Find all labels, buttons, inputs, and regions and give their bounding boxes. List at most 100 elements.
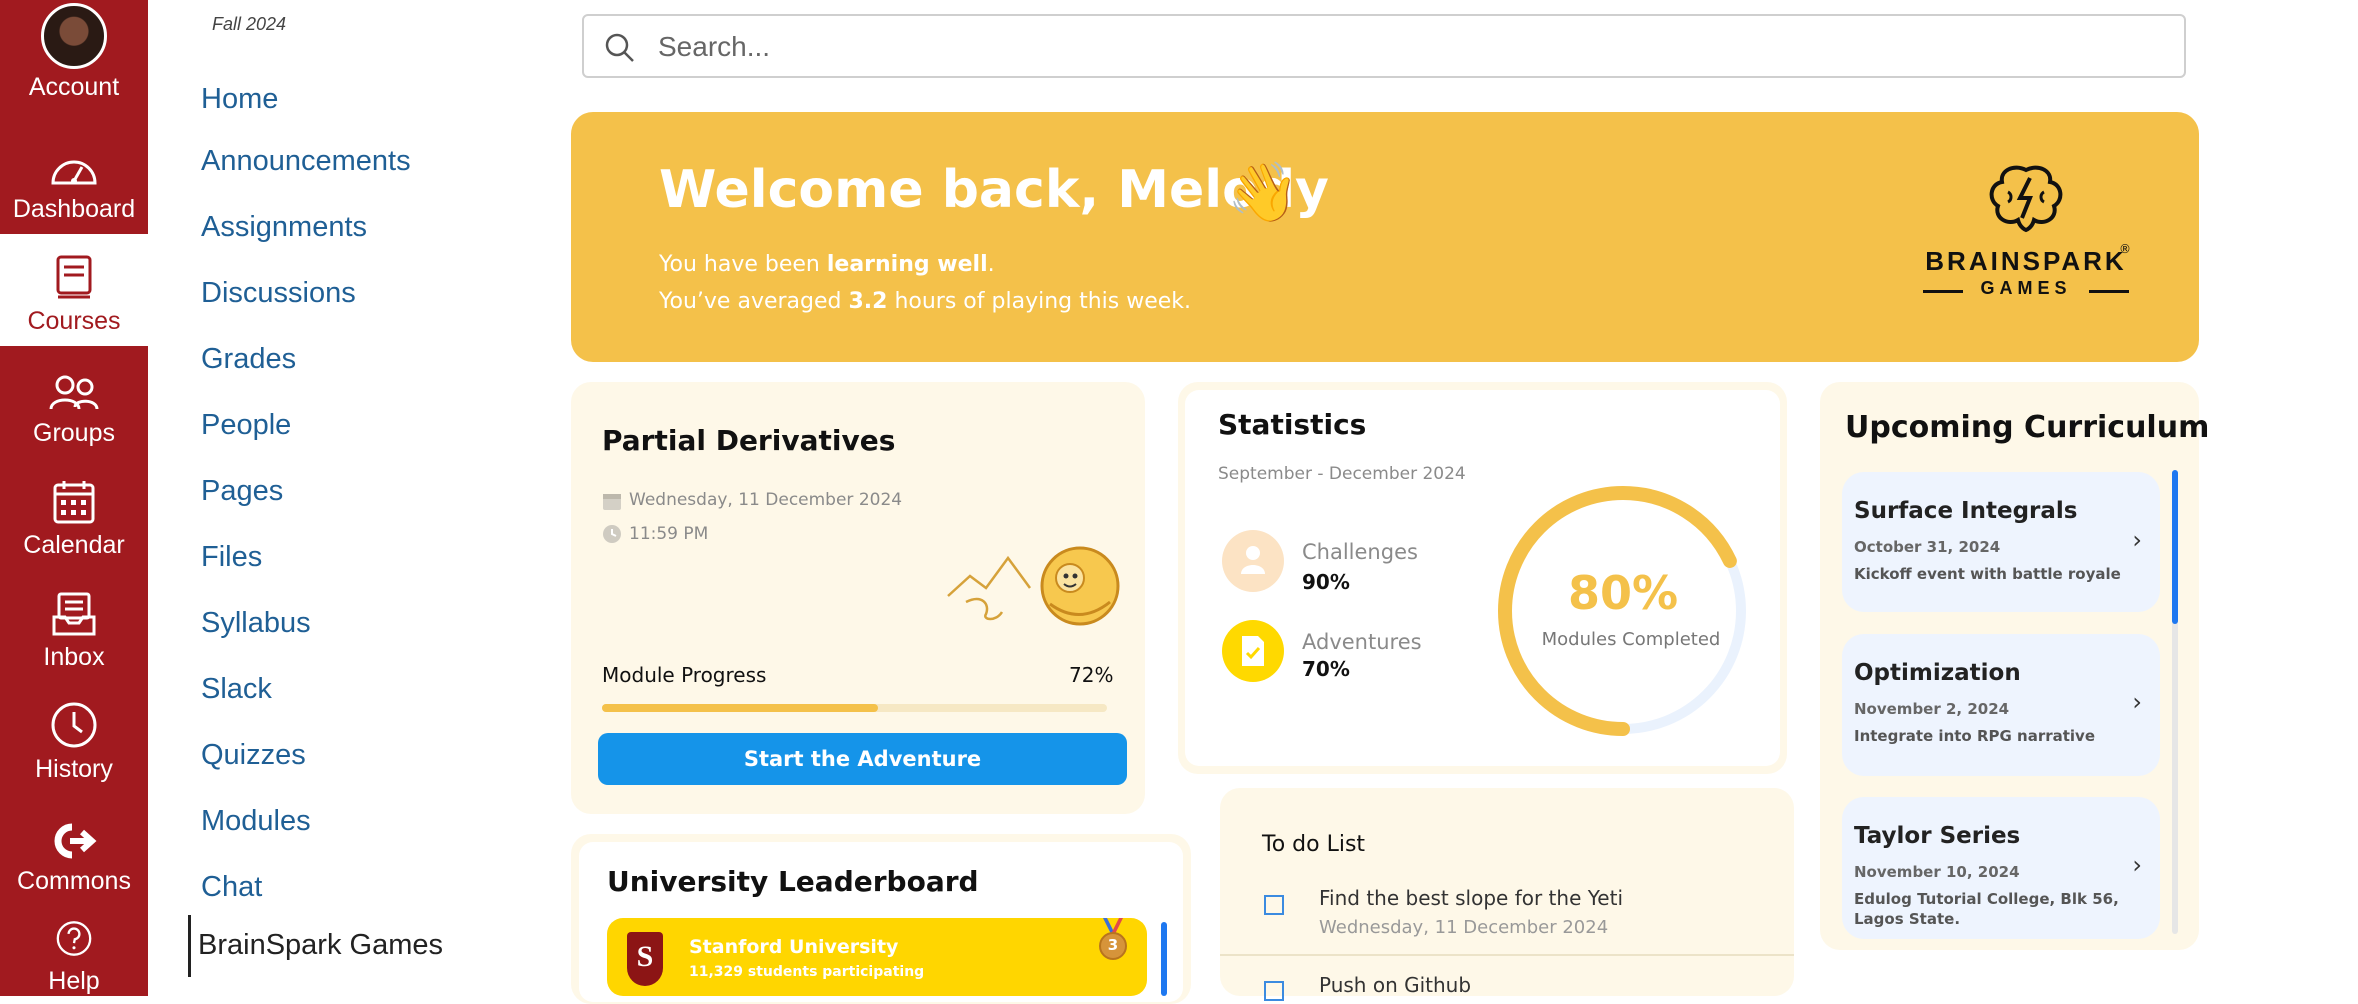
leaderboard-entry-sub: 11,329 students participating bbox=[689, 964, 925, 980]
course-nav-assignments[interactable]: Assignments bbox=[201, 211, 367, 244]
adventures-value: 70% bbox=[1302, 657, 1350, 681]
avatar bbox=[41, 3, 107, 69]
course-nav-people[interactable]: People bbox=[201, 409, 291, 442]
leaderboard-scrollbar-thumb[interactable] bbox=[1161, 922, 1167, 996]
global-nav: Account Dashboard Courses Groups Calenda… bbox=[0, 0, 148, 996]
module-progress-label: Module Progress bbox=[602, 663, 767, 687]
welcome-line-1-prefix: You have been bbox=[659, 252, 827, 277]
welcome-line-2-prefix: You’ve averaged bbox=[659, 289, 849, 314]
brand-subtitle: GAMES bbox=[1980, 278, 2072, 298]
global-nav-label: Courses bbox=[27, 307, 121, 335]
course-nav-discussions[interactable]: Discussions bbox=[201, 277, 356, 310]
module-progress-fill bbox=[602, 704, 878, 712]
curriculum-scrollbar-thumb[interactable] bbox=[2172, 470, 2178, 624]
brand-rule-right bbox=[2089, 290, 2129, 293]
statistics-range: September - December 2024 bbox=[1218, 464, 1466, 484]
global-nav-help[interactable]: Help bbox=[0, 906, 148, 996]
leaderboard-title: University Leaderboard bbox=[607, 865, 979, 898]
global-nav-label: Commons bbox=[17, 867, 131, 895]
course-nav-chat[interactable]: Chat bbox=[201, 871, 262, 904]
global-nav-commons[interactable]: Commons bbox=[0, 794, 148, 906]
global-nav-groups[interactable]: Groups bbox=[0, 346, 148, 458]
todo-checkbox[interactable] bbox=[1264, 981, 1284, 1001]
global-nav-label: Help bbox=[48, 967, 100, 995]
course-nav-pages[interactable]: Pages bbox=[201, 475, 283, 508]
brain-logo-icon bbox=[1989, 165, 2063, 233]
document-check-icon bbox=[1242, 636, 1264, 666]
curriculum-item-date: November 2, 2024 bbox=[1854, 700, 2010, 718]
commons-icon bbox=[54, 823, 97, 859]
curriculum-item-date: October 31, 2024 bbox=[1854, 538, 2001, 556]
brand-name: BRAINSPARK bbox=[1925, 246, 2127, 276]
course-nav-brainspark-games[interactable]: BrainSpark Games bbox=[198, 929, 443, 962]
course-nav-grades[interactable]: Grades bbox=[201, 343, 296, 376]
global-nav-courses[interactable]: Courses bbox=[0, 234, 148, 346]
assignment-date: Wednesday, 11 December 2024 bbox=[629, 490, 903, 510]
todo-divider bbox=[1220, 954, 1794, 956]
assignment-time: 11:59 PM bbox=[629, 524, 709, 544]
global-nav-label: History bbox=[35, 755, 113, 783]
course-nav-syllabus[interactable]: Syllabus bbox=[201, 607, 311, 640]
challenges-label: Challenges bbox=[1302, 540, 1418, 564]
welcome-line-1: You have been learning well. bbox=[659, 252, 995, 277]
global-nav-label: Groups bbox=[33, 419, 115, 447]
global-nav-dashboard[interactable]: Dashboard bbox=[0, 122, 148, 234]
chevron-right-icon: › bbox=[2132, 526, 2142, 554]
course-nav-files[interactable]: Files bbox=[201, 541, 262, 574]
courses-icon bbox=[56, 255, 92, 299]
brand-registered-mark: ® bbox=[2119, 242, 2131, 256]
todo-checkbox[interactable] bbox=[1264, 895, 1284, 915]
course-nav-quizzes[interactable]: Quizzes bbox=[201, 739, 306, 772]
chevron-right-icon: › bbox=[2132, 851, 2142, 879]
curriculum-item-desc: Kickoff event with battle royale bbox=[1854, 565, 2121, 583]
search-input[interactable] bbox=[656, 26, 2160, 68]
leaderboard-entry[interactable]: S Stanford University 11,329 students pa… bbox=[607, 918, 1147, 996]
welcome-banner: Welcome back, Melody 👋 You have been lea… bbox=[571, 112, 2199, 362]
module-progress-value: 72% bbox=[1069, 663, 1114, 687]
start-adventure-button[interactable]: Start the Adventure bbox=[598, 733, 1127, 785]
adventures-label: Adventures bbox=[1302, 630, 1422, 654]
curriculum-item-date: November 10, 2024 bbox=[1854, 863, 2020, 881]
challenges-avatar bbox=[1222, 530, 1284, 592]
history-icon bbox=[51, 702, 97, 748]
curriculum-item-desc: Integrate into RPG narrative bbox=[1854, 727, 2096, 745]
course-term: Fall 2024 bbox=[212, 14, 287, 34]
chevron-right-icon: › bbox=[2132, 688, 2142, 716]
global-nav-label: Calendar bbox=[23, 531, 125, 559]
course-nav-modules[interactable]: Modules bbox=[201, 805, 311, 838]
curriculum-item[interactable]: Surface Integrals October 31, 2024 Kicko… bbox=[1842, 472, 2160, 612]
course-nav-home[interactable]: Home bbox=[201, 83, 278, 116]
assignment-title: Partial Derivatives bbox=[602, 424, 896, 457]
stanford-logo: S bbox=[627, 932, 663, 986]
search-bar[interactable] bbox=[582, 14, 2186, 78]
calendar-icon bbox=[53, 481, 95, 524]
course-nav-announcements[interactable]: Announcements bbox=[201, 145, 411, 178]
search-icon bbox=[605, 33, 634, 62]
curriculum-item[interactable]: Optimization November 2, 2024 Integrate … bbox=[1842, 634, 2160, 776]
stanford-logo-letter: S bbox=[636, 940, 654, 973]
modules-completed-value: 80% bbox=[1567, 566, 1679, 620]
curriculum-item-desc: Edulog Tutorial College, Blk 56, Lagos S… bbox=[1854, 890, 2119, 928]
global-nav-inbox[interactable]: Inbox bbox=[0, 570, 148, 682]
welcome-line-2-emphasis: 3.2 bbox=[848, 289, 888, 314]
waving-hand-icon: 👋 bbox=[1227, 158, 1300, 226]
welcome-line-1-suffix: . bbox=[987, 252, 995, 277]
curriculum-item-title: Taylor Series bbox=[1854, 823, 2021, 849]
global-nav-label: Inbox bbox=[43, 643, 105, 671]
global-nav-account[interactable]: Account bbox=[0, 0, 148, 112]
help-icon bbox=[56, 921, 92, 956]
inbox-icon bbox=[52, 592, 96, 636]
welcome-line-1-emphasis: learning well bbox=[826, 252, 988, 277]
active-indicator bbox=[188, 915, 191, 977]
curriculum-item[interactable]: Taylor Series November 10, 2024 Edulog T… bbox=[1842, 797, 2160, 939]
user-icon bbox=[1241, 546, 1265, 574]
todo-item-title: Find the best slope for the Yeti bbox=[1319, 886, 1624, 910]
groups-icon bbox=[49, 375, 99, 410]
global-nav-calendar[interactable]: Calendar bbox=[0, 458, 148, 570]
global-nav-history[interactable]: History bbox=[0, 682, 148, 794]
course-nav-slack[interactable]: Slack bbox=[201, 673, 272, 706]
curriculum-item-title: Surface Integrals bbox=[1854, 498, 2078, 524]
welcome-line-2-suffix: hours of playing this week. bbox=[887, 289, 1192, 314]
adventures-avatar bbox=[1222, 620, 1284, 682]
dashboard-icon bbox=[51, 160, 97, 185]
